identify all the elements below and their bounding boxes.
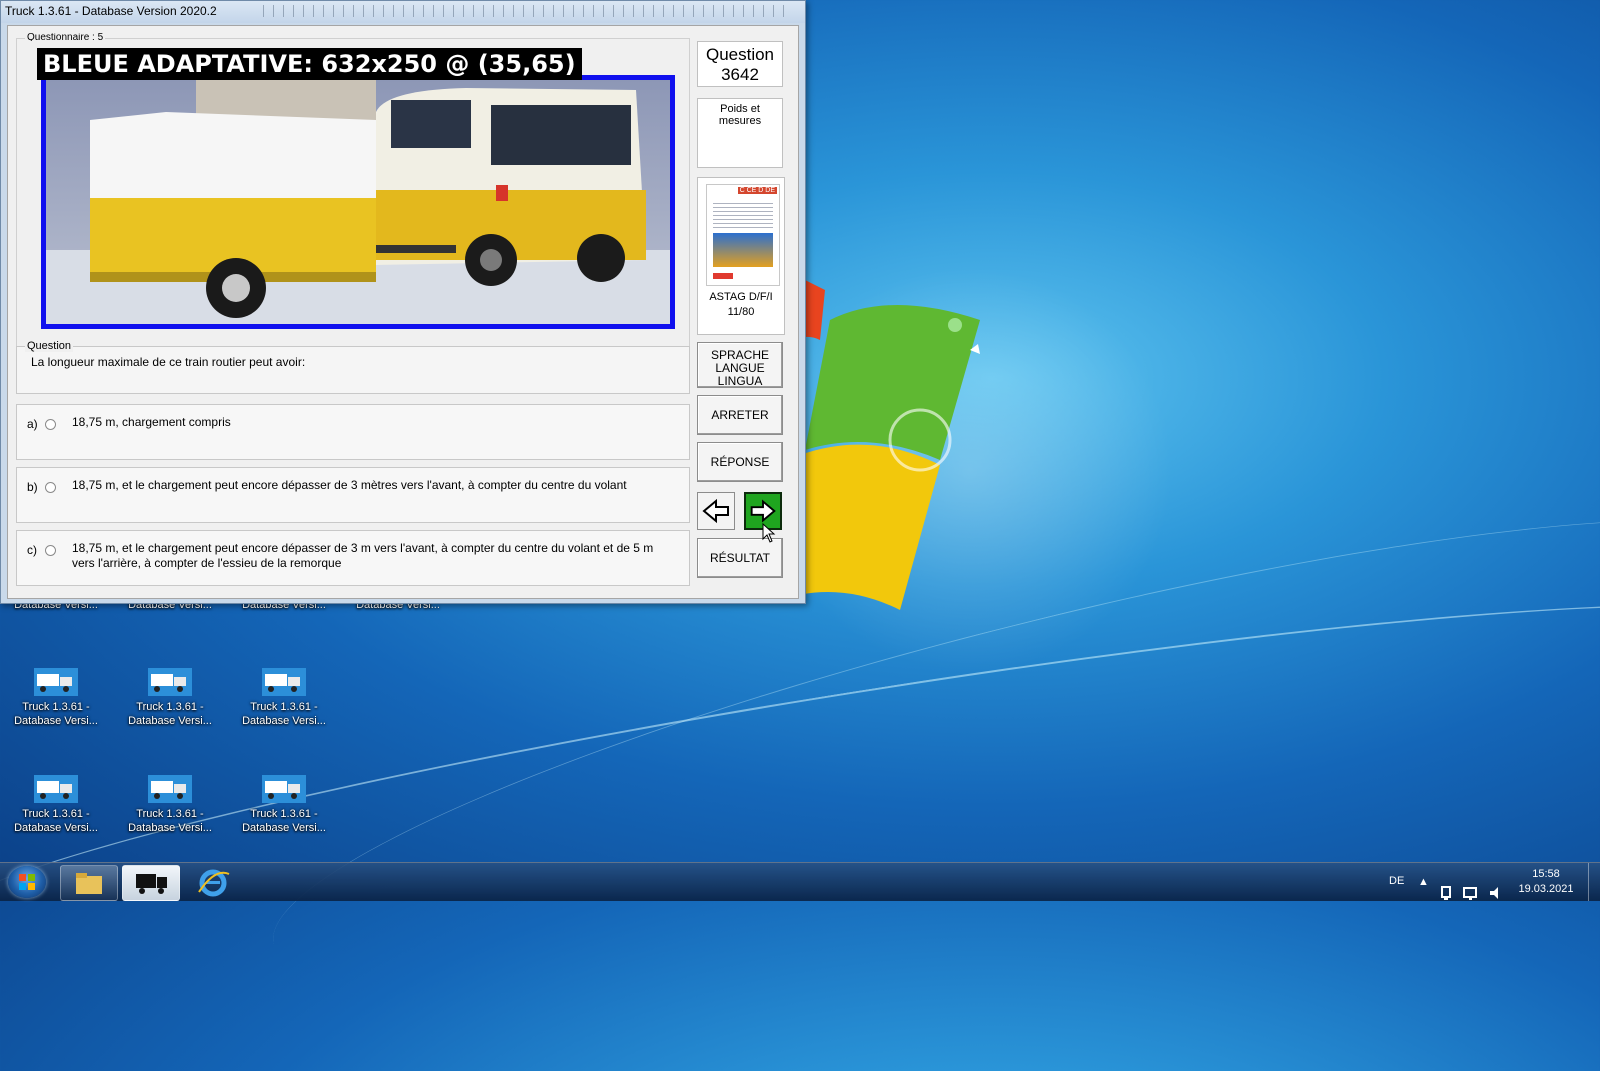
client-area: Questionnaire : 5 BLEUE ADAPTATIVE: 632x… (7, 25, 799, 599)
book-cover-text-lines (713, 203, 773, 229)
language-label-it: LINGUA (717, 374, 763, 388)
overlay-label: BLEUE ADAPTATIVE: 632x250 @ (35,65) (37, 48, 582, 80)
answer-a[interactable]: a) 18,75 m, chargement compris (16, 404, 690, 460)
answer-text: 18,75 m, et le chargement peut encore dé… (72, 541, 654, 570)
desktop-icon-row2-2[interactable]: Truck 1.3.61 - Database Versi... (120, 668, 220, 728)
questionnaire-group: Questionnaire : 5 BLEUE ADAPTATIVE: 632x… (16, 33, 690, 348)
answer-a-radio[interactable] (45, 419, 56, 430)
question-text: La longueur maximale de ce train routier… (31, 355, 306, 369)
questionnaire-label: Questionnaire : 5 (25, 33, 106, 41)
book-caption-line2: 11/80 (727, 306, 755, 318)
answer-text: 18,75 m, et le chargement peut encore dé… (72, 478, 627, 492)
truck-app-icon (148, 775, 192, 803)
volume-icon[interactable] (1488, 874, 1504, 912)
desktop-icon-row3-3[interactable]: Truck 1.3.61 - Database Versi... (234, 775, 334, 835)
book-cover-bus-photo (713, 233, 773, 267)
truck-app-icon (262, 668, 306, 696)
folder-icon (76, 873, 102, 894)
answer-b-radio[interactable] (45, 482, 56, 493)
app-window: Truck 1.3.61 - Database Version 2020.2 Q… (0, 0, 806, 604)
book-cover-image: C CE D DE (706, 184, 780, 286)
desktop-icon-label-2: Database Versi... (128, 715, 212, 727)
question-group-label: Question (25, 340, 74, 352)
desktop-icon-label-1: Truck 1.3.61 - (250, 808, 318, 820)
windows-logo-wallpaper (800, 280, 980, 610)
network-icon[interactable] (1463, 874, 1481, 912)
window-title: Truck 1.3.61 - Database Version 2020.2 (5, 4, 217, 18)
stop-button[interactable]: ARRETER (697, 395, 783, 435)
answer-letter: a) (27, 417, 38, 431)
internet-explorer-icon (198, 869, 230, 897)
start-button[interactable] (8, 866, 46, 898)
clock-time: 15:58 (1532, 868, 1560, 880)
desktop-icon-label-1: Truck 1.3.61 - (250, 701, 318, 713)
truck-app-icon (34, 775, 78, 803)
title-bar[interactable]: Truck 1.3.61 - Database Version 2020.2 (1, 1, 805, 23)
desktop-icon-label-2: Database Versi... (242, 715, 326, 727)
question-number-label: Question (705, 45, 775, 64)
progress-ticks (263, 5, 793, 17)
category-label: Poids et mesures (718, 103, 762, 127)
result-button[interactable]: RÉSULTAT (697, 538, 783, 578)
desktop-icon-label-1: Truck 1.3.61 - (136, 808, 204, 820)
answer-c-radio[interactable] (45, 545, 56, 556)
windows-start-icon (19, 874, 35, 890)
desktop-icon-label-1: Truck 1.3.61 - (22, 701, 90, 713)
reference-book: C CE D DE ASTAG D/F/I 11/80 (697, 177, 785, 335)
book-caption: ASTAG D/F/I 11/80 (698, 290, 784, 320)
desktop-icon-row3-1[interactable]: Truck 1.3.61 - Database Versi... (6, 775, 106, 835)
mouse-cursor-icon (762, 523, 776, 543)
taskbar-explorer[interactable] (60, 865, 118, 901)
desktop-icon-row2-1[interactable]: Truck 1.3.61 - Database Versi... (6, 668, 106, 728)
desktop-icon-label-1: Truck 1.3.61 - (136, 701, 204, 713)
desktop-icon-label-2: Database Versi... (242, 822, 326, 834)
answer-letter: c) (27, 543, 37, 557)
book-cover-logo (713, 273, 733, 279)
answer-button[interactable]: RÉPONSE (697, 442, 783, 482)
truck-app-icon (34, 668, 78, 696)
taskbar-truck-app[interactable] (122, 865, 180, 901)
clock[interactable]: 15:58 19.03.2021 (1512, 867, 1580, 897)
question-number-box: Question 3642 (697, 41, 783, 87)
answer-c[interactable]: c) 18,75 m, et le chargement peut encore… (16, 530, 690, 586)
usb-icon[interactable] (1438, 874, 1454, 912)
truck-trailer-photo (46, 80, 670, 324)
truck-app-icon (262, 775, 306, 803)
show-hidden-icons[interactable]: ▲ (1418, 863, 1429, 901)
book-cover-badge: C CE D DE (737, 187, 777, 194)
desktop-icon-label-1: Truck 1.3.61 - (22, 808, 90, 820)
category-box: Poids et mesures (697, 98, 783, 168)
desktop-icon-label-2: Database Versi... (14, 715, 98, 727)
clock-date: 19.03.2021 (1518, 883, 1574, 895)
question-box: Question La longueur maximale de ce trai… (16, 340, 690, 394)
desktop-icon-label-2: Database Versi... (14, 822, 98, 834)
arrow-left-icon (702, 498, 729, 524)
answer-b[interactable]: b) 18,75 m, et le chargement peut encore… (16, 467, 690, 523)
show-desktop-button[interactable] (1588, 863, 1600, 901)
desktop-icon-label-2: Database Versi... (128, 822, 212, 834)
question-number: 3642 (721, 65, 759, 84)
truck-icon (136, 874, 167, 894)
answer-text: 18,75 m, chargement compris (72, 415, 231, 429)
taskbar: DE ▲ 15:58 19.03.2021 (0, 862, 1600, 901)
desktop-icon-row3-2[interactable]: Truck 1.3.61 - Database Versi... (120, 775, 220, 835)
truck-app-icon (148, 668, 192, 696)
book-caption-line1: ASTAG D/F/I (709, 291, 773, 303)
question-photo (41, 75, 675, 329)
language-button[interactable]: SPRACHE LANGUE LINGUA (697, 342, 783, 388)
answer-letter: b) (27, 480, 38, 494)
taskbar-internet-explorer[interactable] (184, 865, 242, 901)
previous-button[interactable] (697, 492, 735, 530)
desktop-icon-row2-3[interactable]: Truck 1.3.61 - Database Versi... (234, 668, 334, 728)
language-indicator[interactable]: DE (1389, 863, 1404, 901)
